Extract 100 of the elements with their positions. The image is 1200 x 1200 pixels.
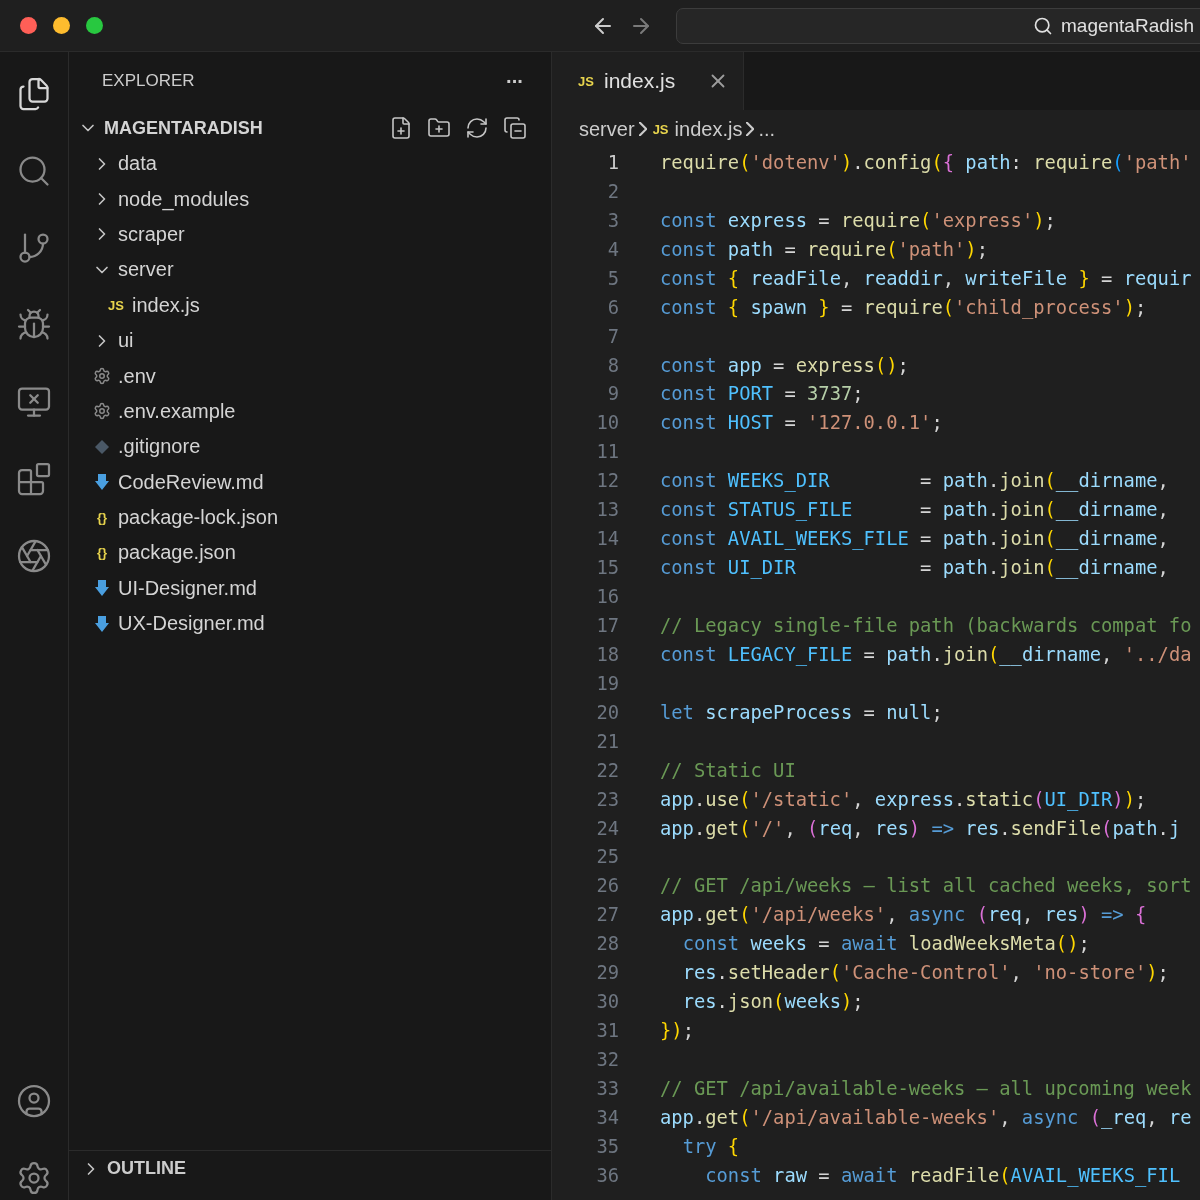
file-item[interactable]: .env.example [69,393,551,430]
line-number: 11 [595,441,620,463]
line-number: 12 [595,470,620,492]
line-number: 28 [595,933,620,955]
file-item[interactable]: UX-Designer.md [69,606,551,642]
file-name: package-lock.json [118,506,279,530]
code-line: // Legacy single-file path (backwards compat fo [660,614,1192,636]
outline-section-header[interactable]: OUTLINE [69,1150,551,1186]
file-item[interactable]: .gitignore [69,429,551,465]
collapse-icon[interactable] [503,116,527,140]
line-number: 7 [606,325,620,347]
line-number: 1 [606,151,620,173]
line-number: 30 [595,991,620,1013]
editor-tab[interactable]: JS index.js [552,52,744,110]
line-number: 27 [595,904,620,926]
file-item[interactable]: CodeReview.md [69,464,551,500]
code-fragment: = path.join(__dirname, [920,557,1169,579]
breadcrumb-item[interactable]: server [579,117,635,141]
project-folder-item[interactable]: MAGENTARADISH [69,110,551,146]
line-number: 9 [606,383,620,405]
code-line: try { [681,1135,740,1157]
js-file-icon: JS [576,73,596,89]
code-line: // Static UI [660,759,796,781]
line-number: 26 [595,875,620,897]
code-fragment: = path.join(__dirname, [920,528,1169,550]
code-line: require('dotenv').config({ path: require('path' [660,151,1192,173]
line-number: 2 [606,180,620,202]
file-item[interactable]: {} package.json [69,535,551,571]
file-item[interactable]: JS index.js [69,287,551,323]
line-number: 13 [595,499,620,521]
folder-name: ui [118,329,134,353]
line-number: 8 [606,354,620,376]
code-line: const HOST = '127.0.0.1'; [660,412,943,434]
line-number: 10 [595,412,620,434]
line-number: 29 [595,962,620,984]
chevron-right-icon [638,122,647,136]
line-number: 22 [595,759,620,781]
line-number: 16 [595,586,620,608]
down-arrow-icon [94,579,110,598]
folder-item[interactable]: server [69,252,551,288]
line-number: 17 [595,614,620,636]
search-icon [1033,15,1053,36]
breadcrumb-item[interactable]: index.js [674,117,743,141]
folder-item[interactable]: data [69,146,551,182]
down-arrow-icon [94,614,110,633]
close-window-button[interactable] [20,17,37,34]
line-number: 21 [595,730,620,752]
line-number: 35 [595,1135,620,1157]
file-name: .gitignore [118,435,201,459]
line-number: 23 [595,788,620,810]
file-item[interactable]: UI-Designer.md [69,570,551,607]
folder-item[interactable]: node_modules [69,181,551,217]
breadcrumb-item[interactable]: ... [758,117,776,141]
search-field[interactable]: magentaRadish [676,7,1200,44]
file-name: package.json [118,541,236,565]
refresh-icon[interactable] [465,116,489,140]
section-title: OUTLINE [107,1158,186,1179]
more-button[interactable]: ··· [506,69,523,93]
file-name: .env.example [118,399,236,423]
code-line: const express = require('express'); [660,209,1056,231]
diamond-icon [94,438,110,455]
code-line: app.get('/api/available-weeks', async (_req, re [660,1106,1192,1128]
chevron-right-icon [746,122,755,136]
braces-icon: {} [92,510,112,526]
new-file-icon[interactable] [389,116,413,140]
code-line: // GET /api/weeks — list all cached weeks, sort [660,875,1192,897]
file-name: UI-Designer.md [118,576,257,600]
new-folder-icon[interactable] [427,116,451,140]
code-line: app.get('/', (req, res) => res.sendFile(path.j [660,817,1181,839]
code-line: let scrapeProcess = null; [660,701,943,723]
tab-label: index.js [604,69,677,93]
code-line: const app = express(); [660,354,909,376]
line-number: 19 [595,672,620,694]
code-line: // GET /api/available-weeks — all upcoming week [660,1077,1192,1099]
folder-item[interactable]: ui [69,322,551,359]
file-item[interactable]: .env [69,358,551,394]
file-item[interactable]: {} package-lock.json [69,499,551,536]
file-name: UX-Designer.md [118,612,265,636]
line-number: 31 [595,1020,620,1042]
zoom-window-button[interactable] [86,17,103,34]
code-fragment: = path.join(__dirname, [920,470,1169,492]
search-text: magentaRadish [1061,14,1195,37]
code-line: res.json(weeks); [681,991,864,1013]
minimize-window-button[interactable] [53,17,70,34]
code-line: const weeks = await loadWeeksMeta(); [681,933,1090,955]
line-number: 18 [595,643,620,665]
code-line: res.setHeader('Cache-Control', 'no-store'); [681,962,1169,984]
line-number: 20 [595,701,620,723]
line-number: 36 [595,1164,620,1186]
line-number: 3 [606,209,620,231]
folder-item[interactable]: scraper [69,216,551,253]
js-file-icon: JS [650,121,671,137]
line-number: 25 [595,846,620,868]
file-name: CodeReview.md [118,470,264,494]
code-line: app.get('/api/weeks', async (req, res) => { [660,904,1147,926]
folder-name: scraper [118,222,185,246]
gear-icon [93,402,111,421]
project-name: MAGENTARADISH [104,117,263,139]
file-name: index.js [132,293,200,317]
gear-icon [93,367,111,386]
